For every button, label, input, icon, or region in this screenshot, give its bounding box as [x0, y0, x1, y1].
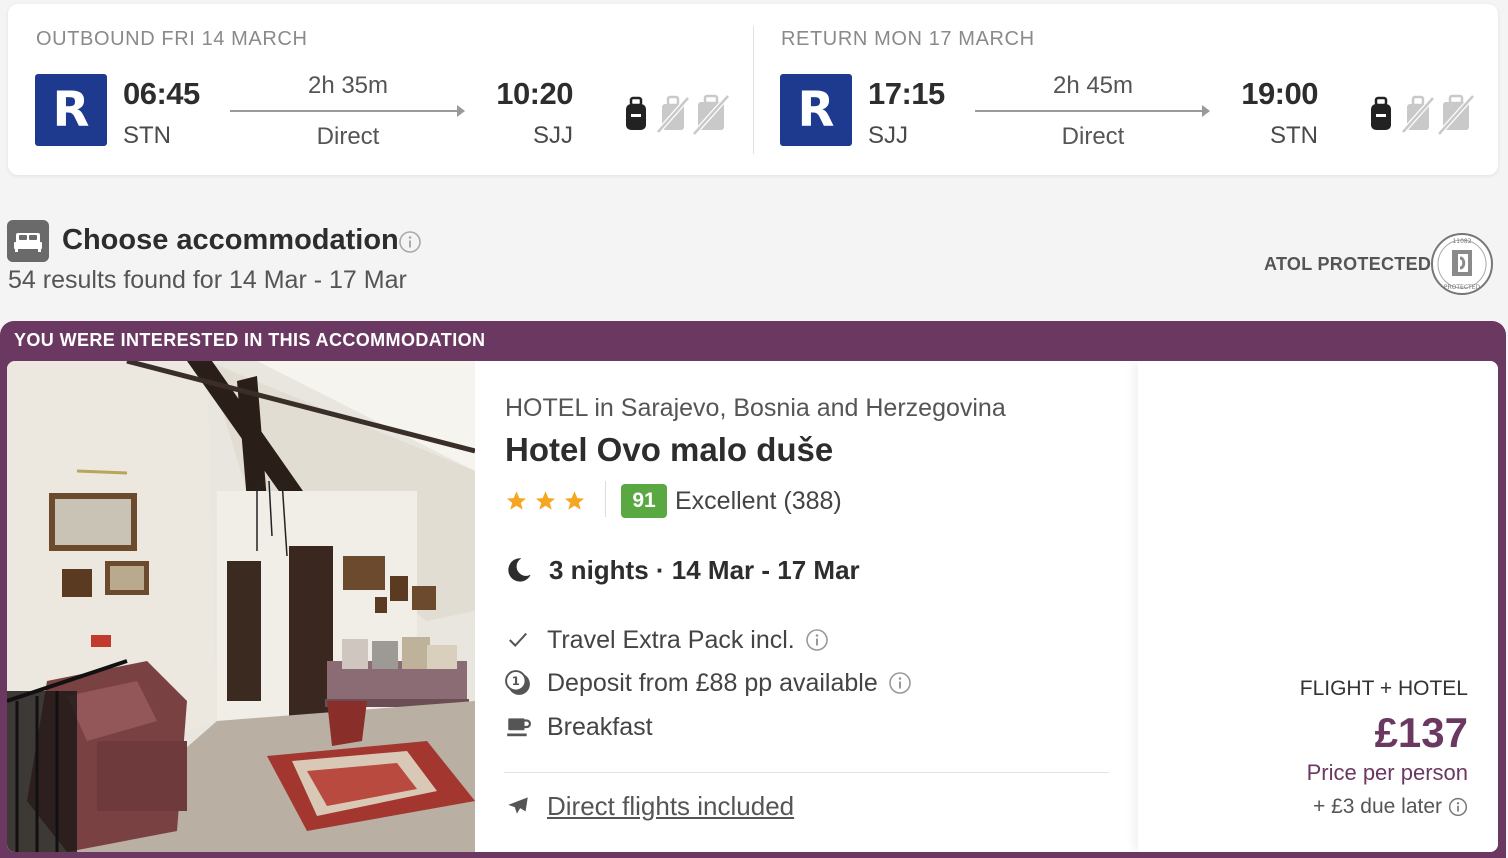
arrival-time: 10:20: [496, 76, 573, 111]
divider: [504, 772, 1109, 773]
flight-duration: 2h 35m: [307, 72, 389, 99]
departure-airport: STN: [123, 122, 171, 149]
accommodation-card[interactable]: HOTEL in Sarajevo, Bosnia and Herzegovin…: [7, 361, 1498, 852]
review-summary[interactable]: Excellent (388): [675, 487, 842, 516]
coffee-cup-icon: [505, 714, 531, 740]
svg-text:11082: 11082: [1452, 238, 1471, 245]
arrival-time: 19:00: [1241, 76, 1318, 111]
feature-label: Travel Extra Pack incl.: [547, 625, 795, 654]
hold-bag-not-included-icon: [1437, 94, 1475, 136]
departure-time: 06:45: [123, 76, 200, 111]
return-leg: RETURN MON 17 MARCH R 17:15 SJJ 2h 45m D…: [753, 4, 1498, 175]
return-title: RETURN MON 17 MARCH: [781, 28, 1035, 50]
arrow-right-icon: [1202, 105, 1210, 117]
price-panel: FLIGHT + HOTEL £137 Price per person + £…: [1138, 361, 1498, 852]
star-icon: [535, 491, 556, 510]
route-line: [230, 110, 460, 112]
star-rating: [505, 487, 586, 515]
direct-flights-label[interactable]: Direct flights included: [547, 791, 794, 822]
departure-airport: SJJ: [868, 122, 909, 149]
section-title: Choose accommodation: [62, 224, 399, 256]
arrival-airport: STN: [1270, 122, 1318, 149]
package-type-label: FLIGHT + HOTEL: [1299, 677, 1468, 700]
flight-stops: Direct: [1061, 123, 1125, 150]
cabin-bag-included-icon: [626, 96, 646, 130]
stay-duration: 3 nights · 14 Mar - 17 Mar: [505, 553, 860, 587]
hotel-photo[interactable]: [7, 361, 475, 852]
hotel-location: HOTEL in Sarajevo, Bosnia and Herzegovin…: [505, 394, 1006, 422]
interest-banner: YOU WERE INTERESTED IN THIS ACCOMMODATIO…: [14, 330, 486, 350]
star-icon: [564, 491, 585, 510]
feature-label: Deposit from £88 pp available: [547, 668, 878, 697]
svg-text:PROTECTED: PROTECTED: [1444, 284, 1481, 291]
due-later-text: + £3 due later: [1312, 795, 1442, 818]
hotel-name[interactable]: Hotel Ovo malo duše: [505, 431, 833, 469]
info-icon[interactable]: [805, 628, 829, 652]
info-icon[interactable]: [1448, 797, 1468, 817]
info-icon[interactable]: [888, 671, 912, 695]
route-line: [975, 110, 1205, 112]
feature-deposit: 1 Deposit from £88 pp available: [505, 668, 912, 698]
arrival-airport: SJJ: [532, 122, 573, 149]
checked-bag-not-included-icon: [1401, 95, 1435, 134]
rating-divider: [605, 481, 606, 517]
moon-icon: [508, 558, 531, 582]
flights-summary-card: OUTBOUND FRI 14 MARCH R 06:45 STN 2h 35m…: [8, 4, 1498, 175]
arrow-right-icon: [457, 105, 465, 117]
star-icon: [506, 491, 527, 510]
outbound-leg: OUTBOUND FRI 14 MARCH R 06:45 STN 2h 35m…: [8, 4, 753, 175]
departure-time: 17:15: [868, 76, 945, 111]
svg-text:1: 1: [512, 674, 520, 688]
baggage-icons: [626, 94, 730, 136]
deposit-icon: 1: [505, 670, 531, 696]
info-icon[interactable]: [398, 230, 422, 254]
baggage-icons: [1371, 94, 1475, 136]
price-value: £137: [1374, 709, 1468, 756]
airline-logo: R: [780, 74, 852, 146]
atol-protected-logo: 11082 PROTECTED: [1431, 233, 1493, 295]
feature-breakfast: Breakfast: [505, 712, 653, 742]
review-score-badge: 91: [621, 484, 667, 518]
due-later-note: + £3 due later: [1313, 795, 1468, 819]
direct-flights-link[interactable]: Direct flights included: [505, 789, 794, 823]
results-count: 54 results found for 14 Mar - 17 Mar: [8, 266, 407, 294]
flight-duration: 2h 45m: [1052, 72, 1134, 99]
price-per-person-label: Price per person: [1306, 760, 1468, 785]
hold-bag-not-included-icon: [692, 94, 730, 136]
bed-icon: [7, 220, 49, 262]
stay-dates: 3 nights · 14 Mar - 17 Mar: [549, 554, 860, 585]
feature-label: Breakfast: [547, 712, 653, 741]
airplane-icon: [508, 797, 528, 814]
atol-label: ATOL PROTECTED: [1264, 254, 1432, 274]
airline-logo: R: [35, 74, 107, 146]
flight-stops: Direct: [316, 123, 380, 150]
outbound-title: OUTBOUND FRI 14 MARCH: [36, 28, 308, 50]
feature-travel-extra: Travel Extra Pack incl.: [505, 625, 829, 655]
checked-bag-not-included-icon: [656, 95, 690, 134]
check-icon: [505, 627, 531, 653]
cabin-bag-included-icon: [1371, 96, 1391, 130]
